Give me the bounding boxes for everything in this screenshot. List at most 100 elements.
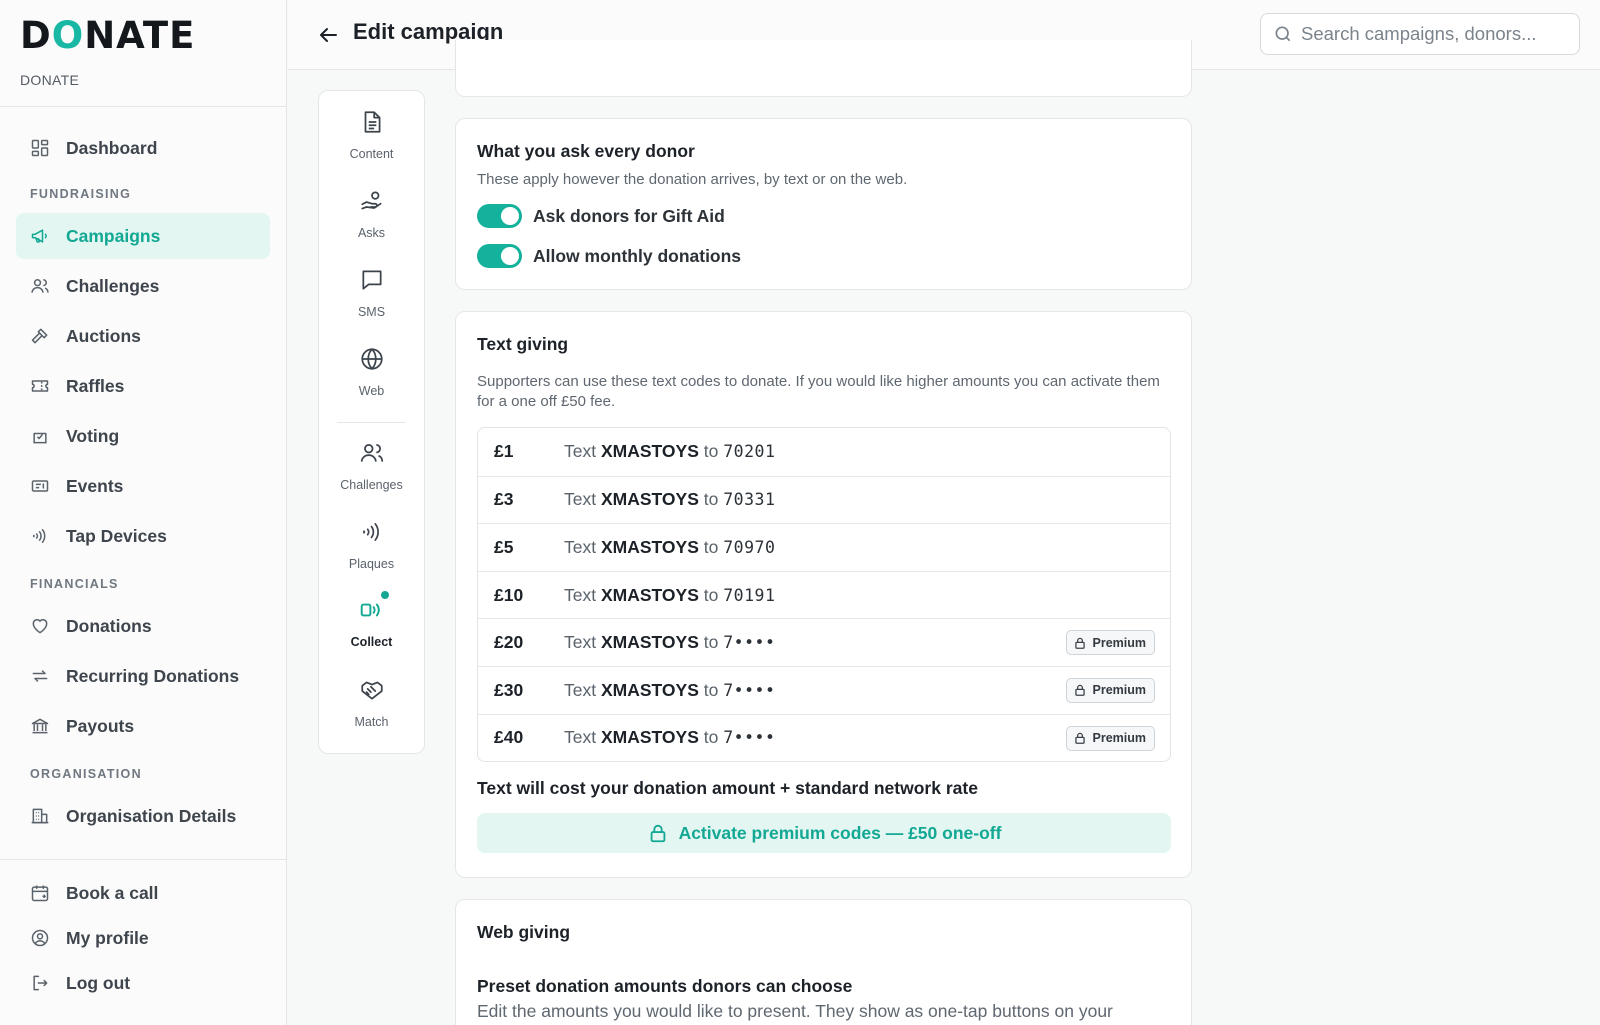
message-square-icon	[359, 267, 385, 293]
lock-icon	[1073, 683, 1087, 697]
sidebar-footer: Book a call My profile Log out	[0, 859, 286, 1007]
tab-label: Asks	[357, 226, 386, 240]
sidebar-item-label: Payouts	[66, 715, 135, 736]
user-circle-icon	[30, 928, 50, 948]
active-indicator-dot	[381, 591, 389, 599]
search-box[interactable]	[1260, 13, 1580, 55]
card-description: These apply however the donation arrives…	[477, 171, 908, 188]
tab-asks[interactable]: Asks	[319, 188, 424, 240]
sidebar-item-label: My profile	[66, 927, 149, 948]
premium-badge[interactable]: Premium	[1065, 725, 1155, 751]
table-row: £20 Text XMASTOYS to 7•••• Premium	[478, 618, 1170, 666]
activate-premium-button[interactable]: Activate premium codes — £50 one-off	[477, 813, 1171, 853]
sidebar-item-auctions[interactable]: Auctions	[16, 313, 270, 359]
document-icon	[359, 109, 385, 135]
ballot-box-icon	[30, 426, 50, 446]
sidebar-item-label: Voting	[66, 425, 120, 446]
heart-icon	[30, 616, 50, 636]
activate-premium-label: Activate premium codes — £50 one-off	[678, 822, 1002, 843]
tab-sms[interactable]: SMS	[319, 267, 424, 319]
sidebar-item-payouts[interactable]: Payouts	[16, 703, 270, 749]
users-icon	[30, 276, 50, 296]
code-instruction: Text XMASTOYS to 70201	[564, 441, 776, 462]
sidebar-item-raffles[interactable]: Raffles	[16, 363, 270, 409]
repeat-icon	[30, 666, 50, 686]
sidebar-item-book-a-call[interactable]: Book a call	[16, 872, 270, 914]
premium-badge[interactable]: Premium	[1065, 677, 1155, 703]
tab-label: Challenges	[340, 478, 403, 492]
contactless-icon	[359, 519, 385, 545]
ask-every-donor-card: What you ask every donor These apply how…	[455, 118, 1192, 290]
card-title: What you ask every donor	[477, 141, 695, 161]
nav-section-fundraising: FUNDRAISING	[30, 187, 132, 201]
tab-plaques[interactable]: Plaques	[319, 519, 424, 571]
logout-icon	[30, 973, 50, 993]
sidebar-item-label: Raffles	[66, 375, 125, 396]
tab-challenges[interactable]: Challenges	[319, 440, 424, 492]
sidebar-item-organisation-details[interactable]: Organisation Details	[16, 793, 270, 839]
monthly-toggle-row: Allow monthly donations	[477, 242, 741, 270]
tab-web[interactable]: Web	[319, 346, 424, 398]
web-giving-card: Web giving Preset donation amounts donor…	[455, 899, 1192, 1025]
events-ticket-icon	[30, 476, 50, 496]
code-instruction: Text XMASTOYS to 70191	[564, 584, 776, 605]
monthly-donations-label: Allow monthly donations	[533, 245, 742, 266]
tab-collect[interactable]: Collect	[319, 591, 424, 649]
tab-match[interactable]: Match	[319, 677, 424, 729]
sidebar: DONATE DONATE Dashboard FUNDRAISING Camp…	[0, 0, 287, 1025]
card-title: Web giving	[477, 922, 571, 942]
search-icon	[1273, 24, 1293, 44]
sidebar-item-label: Dashboard	[66, 137, 158, 158]
table-row: £10 Text XMASTOYS to 70191	[478, 570, 1170, 619]
sidebar-item-label: Organisation Details	[66, 805, 237, 826]
tab-label: Collect	[350, 635, 393, 649]
search-input[interactable]	[1301, 23, 1561, 45]
preset-amounts-description: Edit the amounts you would like to prese…	[477, 1001, 1113, 1021]
sidebar-item-log-out[interactable]: Log out	[16, 962, 270, 1004]
code-instruction: Text XMASTOYS to 7••••	[564, 727, 776, 748]
building-icon	[30, 806, 50, 826]
gavel-icon	[30, 326, 50, 346]
sidebar-item-donations[interactable]: Donations	[16, 603, 270, 649]
sidebar-item-my-profile[interactable]: My profile	[16, 917, 270, 959]
code-amount: £10	[494, 584, 524, 605]
sidebar-item-tap-devices[interactable]: Tap Devices	[16, 513, 270, 559]
tab-label: Match	[354, 715, 389, 729]
back-arrow-icon[interactable]	[316, 23, 340, 47]
tab-content[interactable]: Content	[319, 109, 424, 161]
code-amount: £40	[494, 727, 524, 748]
lock-icon	[1073, 731, 1087, 745]
tab-label: Web	[358, 384, 385, 398]
sidebar-item-label: Recurring Donations	[66, 665, 240, 686]
sidebar-item-events[interactable]: Events	[16, 463, 270, 509]
sidebar-item-voting[interactable]: Voting	[16, 413, 270, 459]
logo[interactable]: DONATE	[20, 16, 266, 56]
sidebar-item-dashboard[interactable]: Dashboard	[16, 125, 270, 171]
monthly-donations-toggle[interactable]	[477, 244, 522, 268]
card-description: Supporters can use these text codes to d…	[477, 373, 1160, 410]
brand: DONATE DONATE	[0, 0, 286, 107]
code-amount: £30	[494, 679, 524, 700]
gift-aid-label: Ask donors for Gift Aid	[533, 205, 725, 226]
handshake-icon	[359, 677, 385, 703]
code-amount: £1	[494, 441, 514, 462]
sidebar-item-campaigns[interactable]: Campaigns	[16, 213, 270, 259]
hand-coin-icon	[359, 188, 385, 214]
premium-badge[interactable]: Premium	[1065, 630, 1155, 656]
text-codes-table: £1 Text XMASTOYS to 70201 £3 Text XMASTO…	[477, 427, 1171, 763]
code-instruction: Text XMASTOYS to 7••••	[564, 679, 776, 700]
card-title: Text giving	[477, 334, 569, 354]
lock-icon	[1073, 636, 1087, 650]
code-instruction: Text XMASTOYS to 70331	[564, 489, 776, 510]
nav-section-financials: FINANCIALS	[30, 577, 119, 591]
gift-aid-toggle[interactable]	[477, 204, 522, 228]
preset-amounts-title: Preset donation amounts donors can choos…	[477, 976, 853, 996]
table-row: £30 Text XMASTOYS to 7•••• Premium	[478, 665, 1170, 714]
code-amount: £20	[494, 632, 524, 653]
sidebar-item-recurring-donations[interactable]: Recurring Donations	[16, 653, 270, 699]
table-row: £5 Text XMASTOYS to 70970	[478, 523, 1170, 571]
table-row: £3 Text XMASTOYS to 70331	[478, 475, 1170, 524]
sidebar-item-challenges[interactable]: Challenges	[16, 263, 270, 309]
code-amount: £5	[494, 536, 514, 557]
campaign-section-nav: Content Asks SMS Web Challenges Plaques …	[318, 90, 425, 754]
